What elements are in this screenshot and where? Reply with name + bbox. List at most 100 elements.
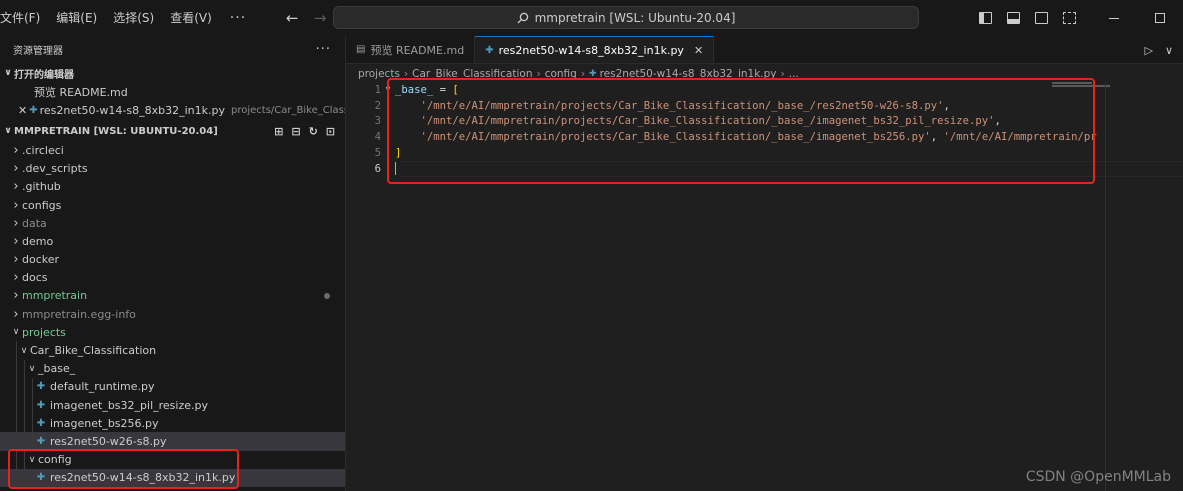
code-editor[interactable]: 1 ∨ _base_ = [ 2 '/mnt/e/AI/mmpretrain/p… [346,82,1183,177]
new-file-icon[interactable]: ⊞ [274,125,283,138]
code-token-bracket: ] [395,147,402,160]
tree-folder-item[interactable]: ∨ Car_Bike_Classification [0,341,345,360]
chevron-down-icon: ∨ [20,345,28,356]
chevron-right-icon: › [13,252,19,268]
open-editor-item-readme[interactable]: 预览 README.md [0,83,345,101]
tree-folder-item[interactable]: › docs [0,269,345,287]
collapse-all-icon[interactable]: ⊡ [326,125,335,138]
code-line-current: 6 [346,160,1183,177]
code-token-comma: , [994,115,1001,128]
new-folder-icon[interactable]: ⊟ [291,125,300,138]
chevron-right-icon: › [13,233,19,249]
command-center-search[interactable]: mmpretrain [WSL: Ubuntu-20.04] [333,6,919,29]
tree-file-item[interactable]: ✚ res2net50-w14-s8_8xb32_in1k.py [0,468,345,487]
indent-guide [32,432,33,451]
chevron-down-icon[interactable]: ∨ [1165,44,1173,57]
tab-readme-preview[interactable]: ▤ 预览 README.md [346,36,476,63]
menu-selection[interactable]: 选择(S) [105,0,162,36]
tree-item-label: imagenet_bs256.py [50,416,159,430]
open-editor-item-config[interactable]: ✕ ✚ res2net50-w14-s8_8xb32_in1k.py proje… [0,101,345,119]
python-file-icon: ✚ [36,381,46,393]
breadcrumb-item[interactable]: res2net50-w14-s8_8xb32_in1k.py [600,68,777,80]
tree-item-label: docs [22,271,48,285]
tree-folder-item[interactable]: ∨ projects [0,323,345,341]
toggle-primary-sidebar-icon[interactable] [971,0,999,36]
fold-chevron-icon[interactable]: ∨ [381,85,395,95]
tree-folder-item[interactable]: ∨ _base_ [0,359,345,378]
chevron-right-icon: › [780,67,785,80]
back-arrow-icon[interactable]: ← [280,9,304,27]
indent-guide [16,377,17,396]
close-icon[interactable]: ✕ [694,44,703,57]
tree-folder-item[interactable]: › .circleci [0,141,345,159]
chevron-down-icon: ∨ [28,363,36,374]
chevron-right-icon: › [13,179,19,195]
line-number: 1 [374,83,381,96]
tree-file-item[interactable]: ✚ default_runtime.py [0,377,345,396]
menu-edit[interactable]: 编辑(E) [48,0,105,36]
customize-layout-icon[interactable] [1055,0,1083,36]
line-number: 2 [374,99,381,112]
menu-more-button[interactable]: ··· [220,10,256,26]
tree-item-label: config [38,453,72,467]
chevron-right-icon: › [580,67,586,80]
open-editors-header[interactable]: ∨ 打开的编辑器 [0,63,345,83]
python-file-icon: ✚ [29,104,38,116]
explorer-more-button[interactable]: ··· [316,42,331,57]
tree-folder-item[interactable]: › mmpretrain [0,287,345,305]
tab-config-file[interactable]: ✚ res2net50-w14-s8_8xb32_in1k.py ✕ [475,36,715,63]
indent-guide [24,359,25,378]
menu-view[interactable]: 查看(V) [162,0,220,36]
tree-folder-item[interactable]: › configs [0,196,345,214]
code-token-string: '/mnt/e/AI/mmpretrain/projects/Car_Bike_… [420,99,944,112]
forward-arrow-icon[interactable]: → [308,9,332,27]
tab-label: 预览 README.md [370,43,465,57]
breadcrumb-item[interactable]: config [545,68,577,80]
breadcrumb-item[interactable]: ... [789,68,799,80]
chevron-right-icon: › [13,270,19,286]
indent-guide [16,341,17,360]
line-number: 5 [374,147,381,160]
breadcrumb-item[interactable]: projects [358,68,400,80]
tree-file-item[interactable]: ✚ imagenet_bs32_pil_resize.py [0,396,345,415]
tree-folder-item[interactable]: ∨ config [0,450,345,469]
line-number: 3 [374,115,381,128]
tree-folder-item[interactable]: › .dev_scripts [0,160,345,178]
code-token-string: '/mnt/e/AI/mmpretrain/projects/Car_Bike_… [420,115,995,128]
indent-guide [16,396,17,415]
tab-bar: ▤ 预览 README.md ✚ res2net50-w14-s8_8xb32_… [346,36,1183,64]
text-caret [395,162,396,176]
project-header[interactable]: ∨ MMPRETRAIN [WSL: UBUNTU-20.04] ⊞ ⊟ ↻ ⊡ [0,121,345,141]
tree-folder-item[interactable]: › mmpretrain.egg-info [0,305,345,323]
toggle-panel-icon[interactable] [999,0,1027,36]
close-icon[interactable]: ✕ [18,104,27,117]
tree-folder-item[interactable]: › data [0,214,345,232]
tree-file-item[interactable]: ✚ res2net50-w26-s8.py [0,432,345,451]
minimap[interactable] [1052,82,1110,90]
indent-guide [16,359,17,378]
run-icon[interactable]: ▷ [1144,44,1152,57]
menu-file[interactable]: 文件(F) [0,0,48,36]
toggle-secondary-sidebar-icon[interactable] [1027,0,1055,36]
title-actions [971,0,1183,36]
tree-folder-item[interactable]: › .github [0,178,345,196]
chevron-right-icon: › [13,197,19,213]
maximize-button[interactable] [1137,0,1183,36]
tree-item-label: imagenet_bs32_pil_resize.py [50,398,208,412]
tree-item-label: .circleci [22,143,64,157]
refresh-icon[interactable]: ↻ [309,125,318,138]
indent-guide [16,414,17,433]
code-token-comma: , [943,99,950,112]
line-number: 6 [374,162,381,175]
breadcrumb-item[interactable]: Car_Bike_Classification [412,68,532,80]
vertical-scrollbar[interactable] [1105,82,1106,491]
explorer-title: 资源管理器 [13,46,63,57]
tree-folder-item[interactable]: › docker [0,251,345,269]
chevron-down-icon: ∨ [4,68,12,78]
tree-file-item[interactable]: ✚ imagenet_bs256.py [0,414,345,433]
chevron-down-icon: ∨ [28,454,36,465]
open-editor-path: projects/Car_Bike_Classificati... [230,104,345,116]
tree-folder-item[interactable]: › demo [0,232,345,250]
line-number: 4 [374,131,381,144]
minimize-button[interactable] [1091,0,1137,36]
